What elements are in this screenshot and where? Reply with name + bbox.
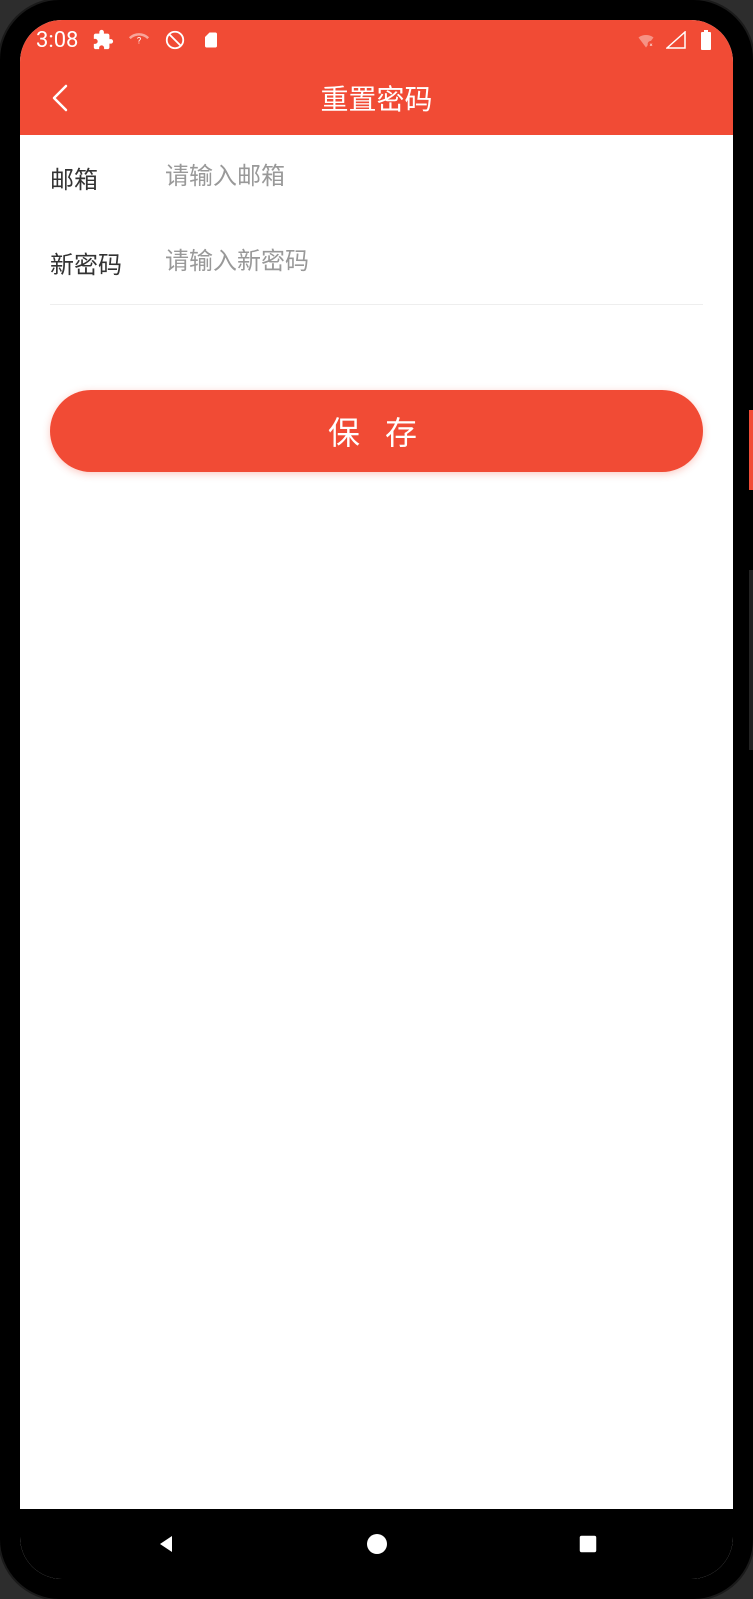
password-input[interactable] (165, 248, 703, 276)
battery-icon (695, 29, 717, 51)
wifi-icon: × (635, 29, 657, 51)
nav-recent-button[interactable] (573, 1529, 603, 1559)
circle-icon (365, 1532, 389, 1556)
dnd-icon (164, 29, 186, 51)
nav-back-button[interactable] (151, 1529, 181, 1559)
screen: 3:08 ? × (20, 20, 733, 1579)
chevron-left-icon (51, 83, 69, 113)
back-button[interactable] (40, 78, 80, 118)
page-title: 重置密码 (320, 78, 432, 118)
svg-text:?: ? (137, 37, 141, 47)
device-frame: 3:08 ? × (0, 0, 753, 1599)
side-button-power (749, 410, 753, 490)
password-row: 新密码 (50, 220, 703, 305)
email-label: 邮箱 (50, 160, 165, 195)
square-icon (577, 1533, 599, 1555)
nav-bar (20, 1509, 733, 1579)
status-left: 3:08 ? (36, 28, 222, 53)
save-button[interactable]: 保 存 (50, 390, 703, 472)
status-bar: 3:08 ? × (20, 20, 733, 60)
sd-card-icon (200, 29, 222, 51)
wifi-weak-icon: ? (128, 29, 150, 51)
status-time: 3:08 (36, 28, 78, 53)
app-header: 重置密码 (20, 60, 733, 135)
email-input[interactable] (165, 163, 703, 191)
email-row: 邮箱 (50, 135, 703, 220)
triangle-left-icon (154, 1532, 178, 1556)
puzzle-icon (92, 29, 114, 51)
signal-icon (665, 29, 687, 51)
status-right: × (635, 29, 717, 51)
side-button-volume (749, 570, 753, 750)
password-label: 新密码 (50, 245, 165, 280)
content-area: 邮箱 新密码 保 存 (20, 135, 733, 1509)
nav-home-button[interactable] (362, 1529, 392, 1559)
svg-text:×: × (649, 43, 652, 48)
